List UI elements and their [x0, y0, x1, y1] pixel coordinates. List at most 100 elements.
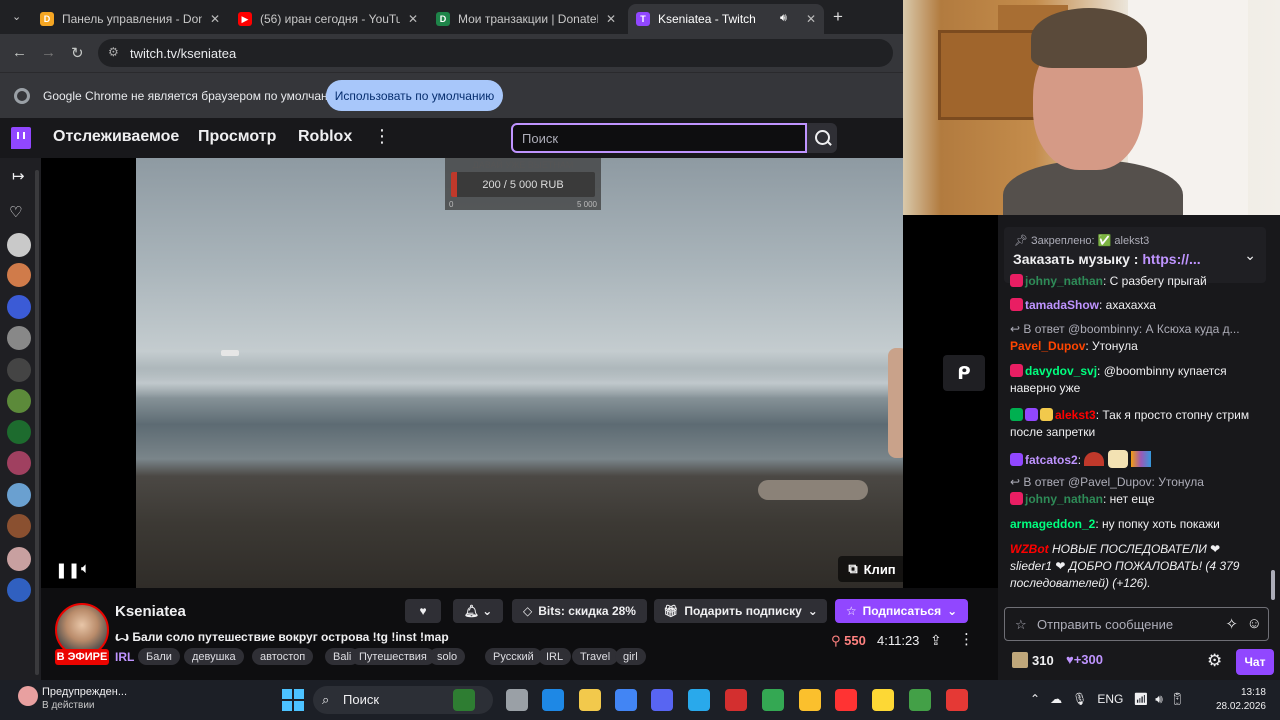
notifications-button[interactable]: 🔔︎ ⌄ — [453, 599, 503, 623]
new-tab-icon[interactable]: + — [833, 7, 843, 27]
video-player[interactable]: ДАВАЙ УЖЕ ВЫЕТНАМ 200 / 5 000 RUB 0 5 00… — [41, 158, 903, 588]
followed-channel-avatar[interactable] — [7, 547, 31, 571]
stream-tag[interactable]: girl — [615, 648, 646, 665]
discord-icon[interactable] — [651, 689, 673, 711]
chat-settings-gear-icon[interactable]: ⚙ — [1207, 651, 1222, 671]
reply-context[interactable]: ↩︎ В ответ @boombinny: А Ксюха куда д... — [1010, 321, 1265, 338]
cloud-icon[interactable]: ☁ — [1050, 692, 1062, 706]
chat-send-button[interactable]: Чат — [1236, 649, 1274, 675]
address-bar[interactable]: ⚙︎ twitch.tv/kseniatea — [98, 39, 893, 67]
chat-scrollbar[interactable] — [1271, 225, 1276, 605]
followed-channel-avatar[interactable] — [7, 451, 31, 475]
subscribe-button[interactable]: ☆ Подписаться ⌄ — [835, 599, 968, 623]
more-options-icon[interactable]: ⋮ — [959, 630, 974, 648]
tab-youtube[interactable]: ▶ (56) иран сегодня - YouTube ✕ — [230, 4, 426, 34]
close-tab-icon[interactable]: ✕ — [806, 12, 816, 26]
chat-username[interactable]: johny_nathan — [1025, 274, 1103, 288]
mic-icon[interactable]: 🎙︎ — [1072, 692, 1087, 706]
stream-tag[interactable]: IRL — [538, 648, 572, 665]
clock[interactable]: 13:18 28.02.2026 — [1200, 686, 1266, 714]
stream-tag[interactable]: Travel — [572, 648, 619, 665]
edge-icon[interactable] — [542, 689, 564, 711]
extension-button[interactable]: ᑭ — [943, 355, 985, 391]
chat-username[interactable]: armageddon_2 — [1010, 517, 1095, 531]
followed-channel-avatar[interactable] — [7, 483, 31, 507]
bits-icon[interactable]: ✧ — [1225, 615, 1238, 633]
wifi-icon[interactable]: 📶︎ — [1133, 692, 1148, 706]
channel-name[interactable]: Kseniatea — [115, 603, 186, 620]
tab-search-icon[interactable]: ⌄ — [12, 10, 21, 23]
chrome-alt-icon[interactable] — [615, 689, 637, 711]
close-tab-icon[interactable]: ✕ — [606, 12, 616, 26]
app-yellow-icon[interactable] — [799, 689, 821, 711]
followed-channel-avatar[interactable] — [7, 358, 31, 382]
followed-channel-avatar[interactable] — [7, 295, 31, 319]
followed-channel-avatar[interactable] — [7, 326, 31, 350]
speaker-icon[interactable]: 🔊︎ — [780, 12, 787, 25]
chrome-icon[interactable] — [762, 689, 784, 711]
followed-channel-avatar[interactable] — [7, 514, 31, 538]
pause-icon[interactable]: ❚❚ — [55, 561, 80, 579]
input-language[interactable]: ENG — [1097, 692, 1123, 706]
close-tab-icon[interactable]: ✕ — [210, 12, 220, 26]
followed-channel-avatar[interactable] — [7, 263, 31, 287]
app-badge-icon[interactable] — [946, 689, 968, 711]
chat-username[interactable]: alekst3 — [1055, 408, 1096, 422]
file-explorer-icon[interactable] — [579, 689, 601, 711]
followed-channel-avatar[interactable] — [7, 578, 31, 602]
task-view-icon[interactable] — [506, 689, 528, 711]
chat-username[interactable]: Pavel_Dupov — [1010, 339, 1085, 353]
stream-tag[interactable]: solo — [429, 648, 466, 665]
twitch-logo-icon[interactable] — [11, 127, 31, 149]
chat-username[interactable]: fatcatos2 — [1025, 453, 1078, 467]
more-kebab-icon[interactable]: ⋮ — [373, 126, 391, 147]
followed-channel-avatar[interactable] — [7, 233, 31, 257]
tab-twitch[interactable]: T Kseniatea - Twitch 🔊︎ ✕ — [628, 4, 824, 34]
volume-icon[interactable]: 🔊︎ — [1155, 692, 1163, 706]
emoji-icon[interactable]: ☺ — [1247, 615, 1262, 632]
stream-category[interactable]: IRL — [115, 650, 134, 664]
app-bag-icon[interactable] — [872, 689, 894, 711]
battery-icon[interactable]: 🔋︎ — [1170, 692, 1185, 706]
nav-following[interactable]: Отслеживаемое — [53, 128, 179, 146]
chat-username[interactable]: WZBot — [1010, 542, 1049, 556]
app-green-icon[interactable] — [909, 689, 931, 711]
share-icon[interactable]: ⇪ — [930, 632, 942, 649]
chevron-down-icon[interactable]: ⌄ — [1244, 247, 1256, 264]
telegram-icon[interactable] — [688, 689, 710, 711]
chat-username[interactable]: davydov_svj — [1025, 364, 1097, 378]
volume-icon[interactable]: 🔈︎ — [81, 560, 90, 577]
app-red-icon[interactable] — [725, 689, 747, 711]
stream-tag[interactable]: Бали — [138, 648, 180, 665]
close-tab-icon[interactable]: ✕ — [408, 12, 418, 26]
pinned-link[interactable]: https://... — [1142, 251, 1200, 267]
sidebar-scrollbar[interactable] — [35, 170, 39, 675]
search-button[interactable] — [807, 123, 837, 153]
twitch-search-input[interactable]: Поиск — [511, 123, 807, 153]
bits-button[interactable]: ◇ Bits: скидка 28% — [512, 599, 647, 623]
reload-icon[interactable]: ↻ — [71, 44, 84, 62]
set-default-button[interactable]: Использовать по умолчанию — [326, 80, 503, 111]
stream-tag[interactable]: девушка — [184, 648, 244, 665]
chat-scroll-thumb[interactable] — [1271, 570, 1275, 600]
chat-input[interactable]: ☆ Отправить сообщение ✧ ☺ — [1004, 607, 1269, 641]
yandex-icon[interactable] — [835, 689, 857, 711]
clip-button[interactable]: ⧉ Клип — [838, 556, 903, 582]
forward-arrow-icon[interactable]: → — [41, 44, 56, 61]
channel-points[interactable]: 310 — [1012, 652, 1054, 668]
site-info-icon[interactable]: ⚙︎ — [108, 45, 119, 59]
chat-username[interactable]: tamadaShow — [1025, 298, 1099, 312]
back-arrow-icon[interactable]: ← — [12, 44, 27, 61]
star-icon[interactable]: ☆ — [1015, 617, 1027, 633]
followed-channel-avatar[interactable] — [7, 389, 31, 413]
tray-chevron-icon[interactable]: ⌃ — [1030, 692, 1040, 706]
nav-browse[interactable]: Просмотр — [198, 128, 276, 146]
chat-username[interactable]: johny_nathan — [1025, 492, 1103, 506]
heart-icon[interactable]: ♡ — [9, 203, 22, 221]
weather-warning[interactable]: Предупрежден... В действии — [18, 686, 127, 711]
stream-tag[interactable]: Путешествия — [351, 648, 435, 665]
bonus-points[interactable]: ♥+300 — [1066, 652, 1103, 667]
tab-donatepay[interactable]: D Мои транзакции | DonatePay ✕ — [428, 4, 624, 34]
followed-channel-avatar[interactable] — [7, 420, 31, 444]
tab-donation[interactable]: D Панель управления - Donation ✕ — [32, 4, 228, 34]
